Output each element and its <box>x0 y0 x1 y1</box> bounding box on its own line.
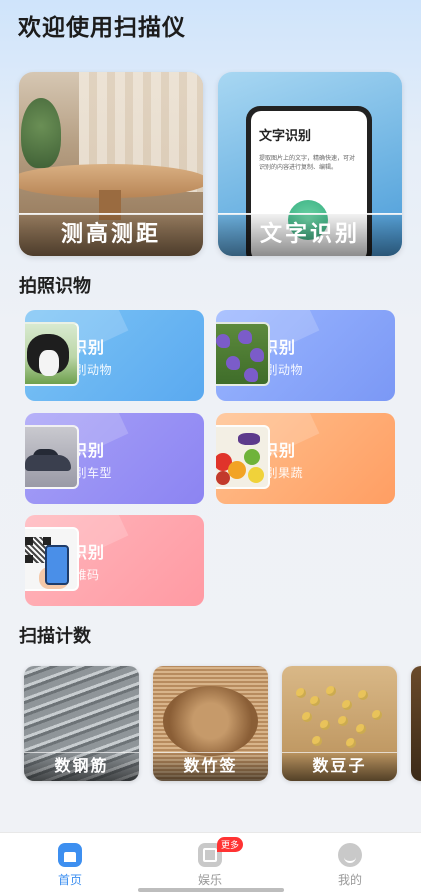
nav-profile-label: 我的 <box>337 873 362 887</box>
bamboo-bundle-image <box>163 686 258 756</box>
count-section-title: 扫描计数 <box>19 626 91 647</box>
count-next-card-partial[interactable] <box>411 666 421 781</box>
count-label: 数豆子 <box>282 751 397 781</box>
count-steel-bars-card[interactable]: 数钢筋 <box>24 666 139 781</box>
measure-label: 测高测距 <box>19 214 203 256</box>
qr-code-recognition-card[interactable]: 扫码识别 识别二维码 <box>25 515 204 606</box>
plant-image <box>21 98 61 168</box>
bottom-navigation: 首页 更多 娱乐 我的 <box>0 832 421 896</box>
car-thumbnail <box>25 425 79 489</box>
nav-home-label: 首页 <box>57 873 82 887</box>
profile-smile-icon <box>338 843 362 867</box>
photo-section-title: 拍照识物 <box>19 276 91 297</box>
nav-entertainment-label: 娱乐 <box>197 873 222 887</box>
nav-home[interactable]: 首页 <box>30 843 110 888</box>
plant-recognition-card[interactable]: 植物识别 快速识别动物 <box>216 310 395 401</box>
dog-thumbnail <box>25 322 79 386</box>
home-indicator[interactable] <box>138 888 284 892</box>
nav-entertainment[interactable]: 更多 娱乐 <box>170 837 250 888</box>
fruit-vegetable-recognition-card[interactable]: 果蔬识别 轻松识别果蔬 <box>216 413 395 504</box>
count-label: 数竹签 <box>153 751 268 781</box>
count-label: 数钢筋 <box>24 751 139 781</box>
count-beans-card[interactable]: 数豆子 <box>282 666 397 781</box>
fruit-thumbnail <box>216 425 270 489</box>
nav-profile[interactable]: 我的 <box>310 843 390 888</box>
animal-recognition-card[interactable]: 动物识别 拍照识别动物 <box>25 310 204 401</box>
app-title: 欢迎使用扫描仪 <box>18 15 186 41</box>
home-icon <box>58 843 82 867</box>
text-recognition-card[interactable]: 文字识别 提取图片上的文字，精确快速，可对识别的内容进行复制、编辑。 文字识别 <box>218 72 402 256</box>
phone-screen-desc: 提取图片上的文字，精确快速，可对识别的内容进行复制、编辑。 <box>259 155 356 171</box>
measure-height-distance-card[interactable]: 测高测距 <box>19 72 203 256</box>
more-badge: 更多 <box>217 837 244 852</box>
flower-thumbnail <box>216 322 270 386</box>
car-recognition-card[interactable]: 车型识别 智能识别车型 <box>25 413 204 504</box>
ocr-label: 文字识别 <box>218 214 402 256</box>
phone-screen-title: 文字识别 <box>259 129 312 144</box>
qr-code-thumbnail <box>25 527 79 591</box>
count-bamboo-sticks-card[interactable]: 数竹签 <box>153 666 268 781</box>
